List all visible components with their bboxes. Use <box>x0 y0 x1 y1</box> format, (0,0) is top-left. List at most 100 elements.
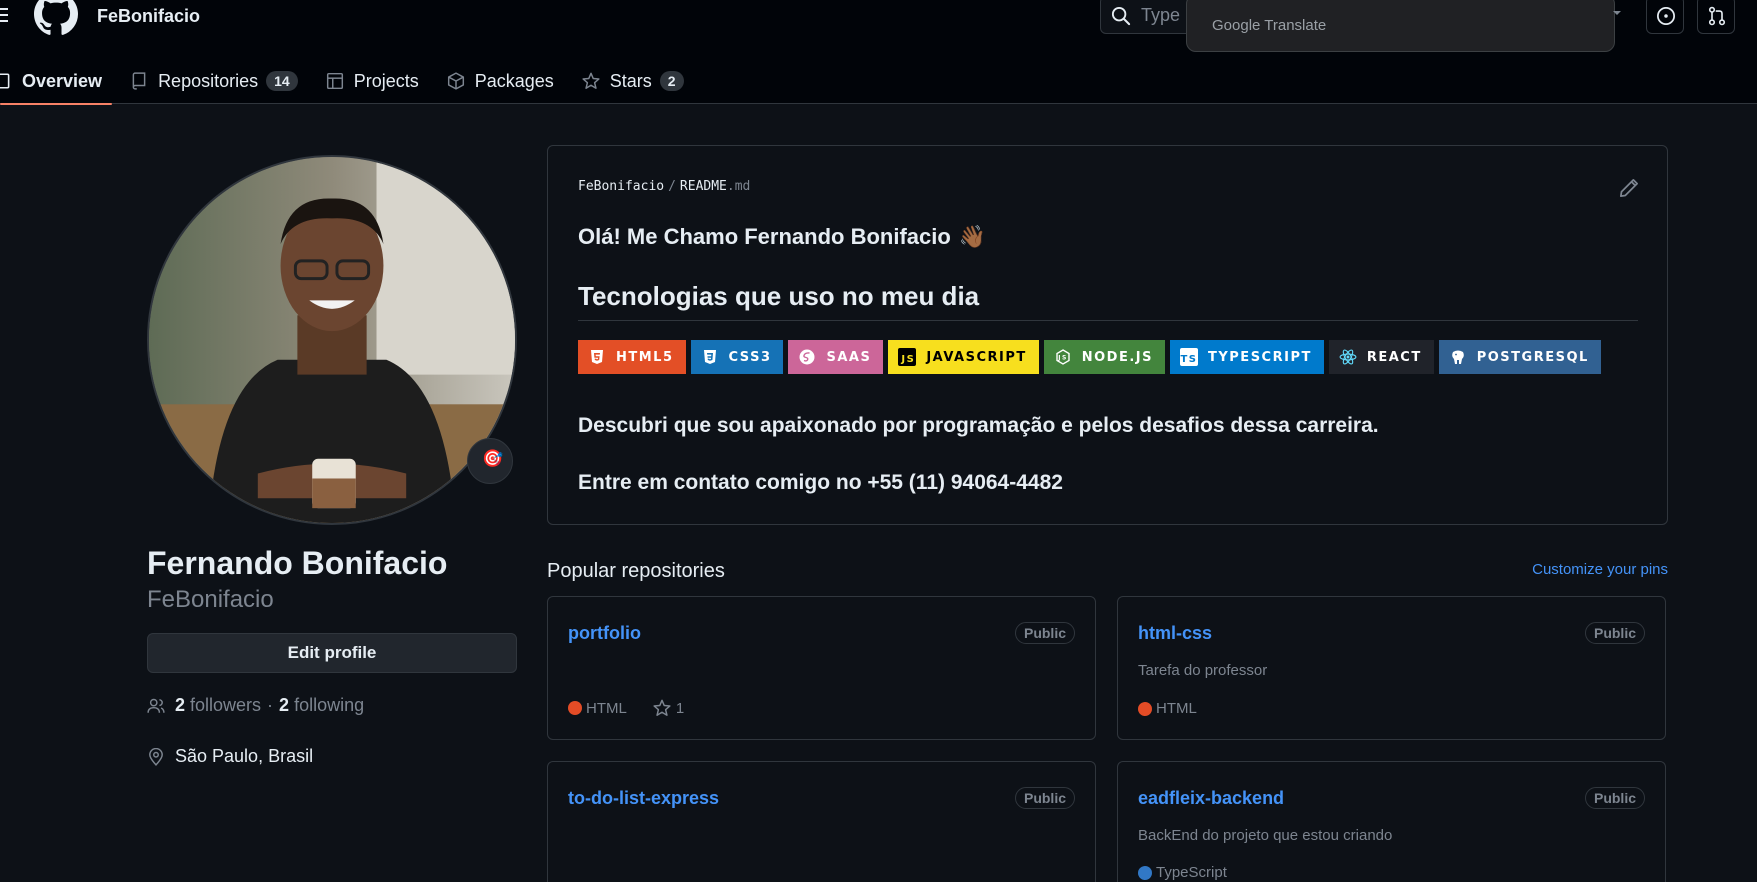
people-icon <box>147 698 165 713</box>
react-icon <box>1339 348 1357 366</box>
book-icon <box>0 73 10 89</box>
readme-breadcrumb: FeBonifacio / README.md <box>578 179 751 194</box>
nodejs-icon: JS <box>1054 348 1072 366</box>
visibility-badge: Public <box>1014 787 1075 809</box>
repo-card: eadfleix-backend Public BackEnd do proje… <box>1117 761 1666 882</box>
followers-line: 2 followers · 2 following <box>147 695 364 716</box>
readme-heading: Olá! Me Chamo Fernando Bonifacio 👋🏾 <box>578 224 987 249</box>
search-placeholder: Type [ <box>1141 5 1191 25</box>
star-icon <box>582 72 600 89</box>
repo-name-link[interactable]: to-do-list-express <box>568 788 719 809</box>
language-color-dot <box>568 701 582 715</box>
location-icon <box>149 747 163 766</box>
package-icon <box>447 72 464 90</box>
stars-counter: 2 <box>659 71 684 91</box>
tab-projects[interactable]: Projects <box>316 58 429 104</box>
tab-label: Repositories <box>158 70 259 91</box>
profile-login: FeBonifacio <box>147 586 274 613</box>
language-color-dot <box>1138 865 1152 880</box>
readme-subheading: Tecnologias que uso no meu dia <box>578 281 980 311</box>
google-translate-popup: Google Translate <box>1186 0 1615 52</box>
pull-request-icon <box>1708 6 1726 26</box>
divider <box>578 320 1638 321</box>
pull-requests-button[interactable] <box>1697 0 1735 34</box>
postgresql-elephant-icon <box>1449 348 1467 366</box>
issues-button[interactable] <box>1646 0 1684 34</box>
github-logo-icon[interactable] <box>34 0 78 36</box>
profile-location: São Paulo, Brasil <box>147 746 313 767</box>
visibility-badge: Public <box>1584 622 1645 644</box>
repo-name-link[interactable]: eadfleix-backend <box>1138 788 1284 809</box>
repo-card: portfolio Public HTML 1 <box>547 596 1096 740</box>
language-color-dot <box>1138 701 1152 716</box>
repo-stars-link[interactable]: 1 <box>653 699 684 717</box>
css3-icon <box>701 348 719 366</box>
repo-meta: HTML <box>1138 700 1197 717</box>
edit-pencil-icon[interactable] <box>1619 178 1639 198</box>
popular-repositories-title: Popular repositories <box>547 560 725 582</box>
tab-overview[interactable]: Overview <box>0 58 113 105</box>
repositories-counter: 14 <box>266 71 298 91</box>
badge-typescript[interactable]: TS TYPESCRIPT <box>1170 340 1324 374</box>
badge-css3[interactable]: CSS3 <box>690 340 784 374</box>
tab-packages[interactable]: Packages <box>437 58 564 104</box>
sass-icon <box>798 348 816 366</box>
repo-description: Tarefa do professor <box>1138 662 1268 679</box>
customize-pins-link[interactable]: Customize your pins <box>1532 561 1668 578</box>
repo-language: TypeScript <box>1156 864 1227 881</box>
top-header: FeBonifacio Type [ Google Translate Over… <box>0 0 1757 105</box>
visibility-badge: Public <box>1014 622 1075 644</box>
google-translate-label: Google Translate <box>1212 17 1327 34</box>
header-username[interactable]: FeBonifacio <box>97 6 200 27</box>
html5-icon <box>588 348 606 366</box>
chevron-down-icon[interactable] <box>1612 8 1622 18</box>
repo-name-link[interactable]: html-css <box>1138 623 1212 644</box>
repo-icon <box>132 72 146 90</box>
badge-react[interactable]: REACT <box>1328 340 1434 374</box>
badge-sass[interactable]: SAAS <box>788 340 884 374</box>
tab-label: Overview <box>22 70 103 91</box>
readme-file-link[interactable]: README.md <box>680 179 750 194</box>
following-count[interactable]: 2 <box>279 695 289 716</box>
menu-icon[interactable] <box>0 4 8 28</box>
repo-card: html-css Public Tarefa do professor HTML <box>1117 596 1666 740</box>
tab-stars[interactable]: Stars 2 <box>572 58 694 104</box>
tab-repositories[interactable]: Repositories 14 <box>120 58 308 104</box>
profile-readme: FeBonifacio / README.md Olá! Me Chamo Fern… <box>547 145 1668 525</box>
profile-full-name: Fernando Bonifacio <box>147 545 448 581</box>
separator: · <box>267 695 274 715</box>
badge-html5[interactable]: HTML5 <box>578 340 686 374</box>
readme-owner-link[interactable]: FeBonifacio <box>578 179 664 194</box>
visibility-badge: Public <box>1584 787 1645 809</box>
followers-count[interactable]: 2 <box>175 695 185 716</box>
following-link[interactable]: following <box>294 695 364 716</box>
badge-nodejs[interactable]: JS NODE.JS <box>1043 340 1165 374</box>
avatar[interactable] <box>147 155 517 525</box>
set-status-button[interactable]: 🎯 <box>467 438 513 484</box>
badge-javascript[interactable]: JS JAVASCRIPT <box>888 340 1039 374</box>
repo-meta: TypeScript <box>1138 864 1227 881</box>
search-icon <box>1111 6 1131 26</box>
profile-tabs: Overview Repositories 14 Projects Packag… <box>0 58 702 105</box>
readme-paragraph-1: Descubri que sou apaixonado por programa… <box>578 414 1379 437</box>
waving-hand-icon: 👋🏾 <box>958 224 987 249</box>
typescript-icon: TS <box>1180 348 1198 366</box>
location-text: São Paulo, Brasil <box>175 746 314 766</box>
repo-star-count: 1 <box>675 699 685 717</box>
tab-label: Projects <box>353 70 419 91</box>
badge-postgresql[interactable]: POSTGRESQL <box>1438 340 1601 374</box>
star-icon <box>653 699 671 716</box>
avatar-photo <box>149 157 515 523</box>
table-icon <box>326 72 343 90</box>
repo-name-link[interactable]: portfolio <box>568 623 641 644</box>
readme-paragraph-2: Entre em contato comigo no +55 (11) 9406… <box>578 471 1063 494</box>
svg-text:JS: JS <box>1057 355 1068 362</box>
repo-description: BackEnd do projeto que estou criando <box>1138 827 1393 844</box>
status-emoji: 🎯 <box>482 449 504 468</box>
javascript-icon: JS <box>898 348 917 366</box>
repo-language: HTML <box>1156 700 1197 717</box>
edit-profile-button[interactable]: Edit profile <box>147 633 517 673</box>
issue-icon <box>1657 7 1675 25</box>
repo-card: to-do-list-express Public <box>547 761 1096 882</box>
followers-link[interactable]: followers <box>190 695 261 716</box>
